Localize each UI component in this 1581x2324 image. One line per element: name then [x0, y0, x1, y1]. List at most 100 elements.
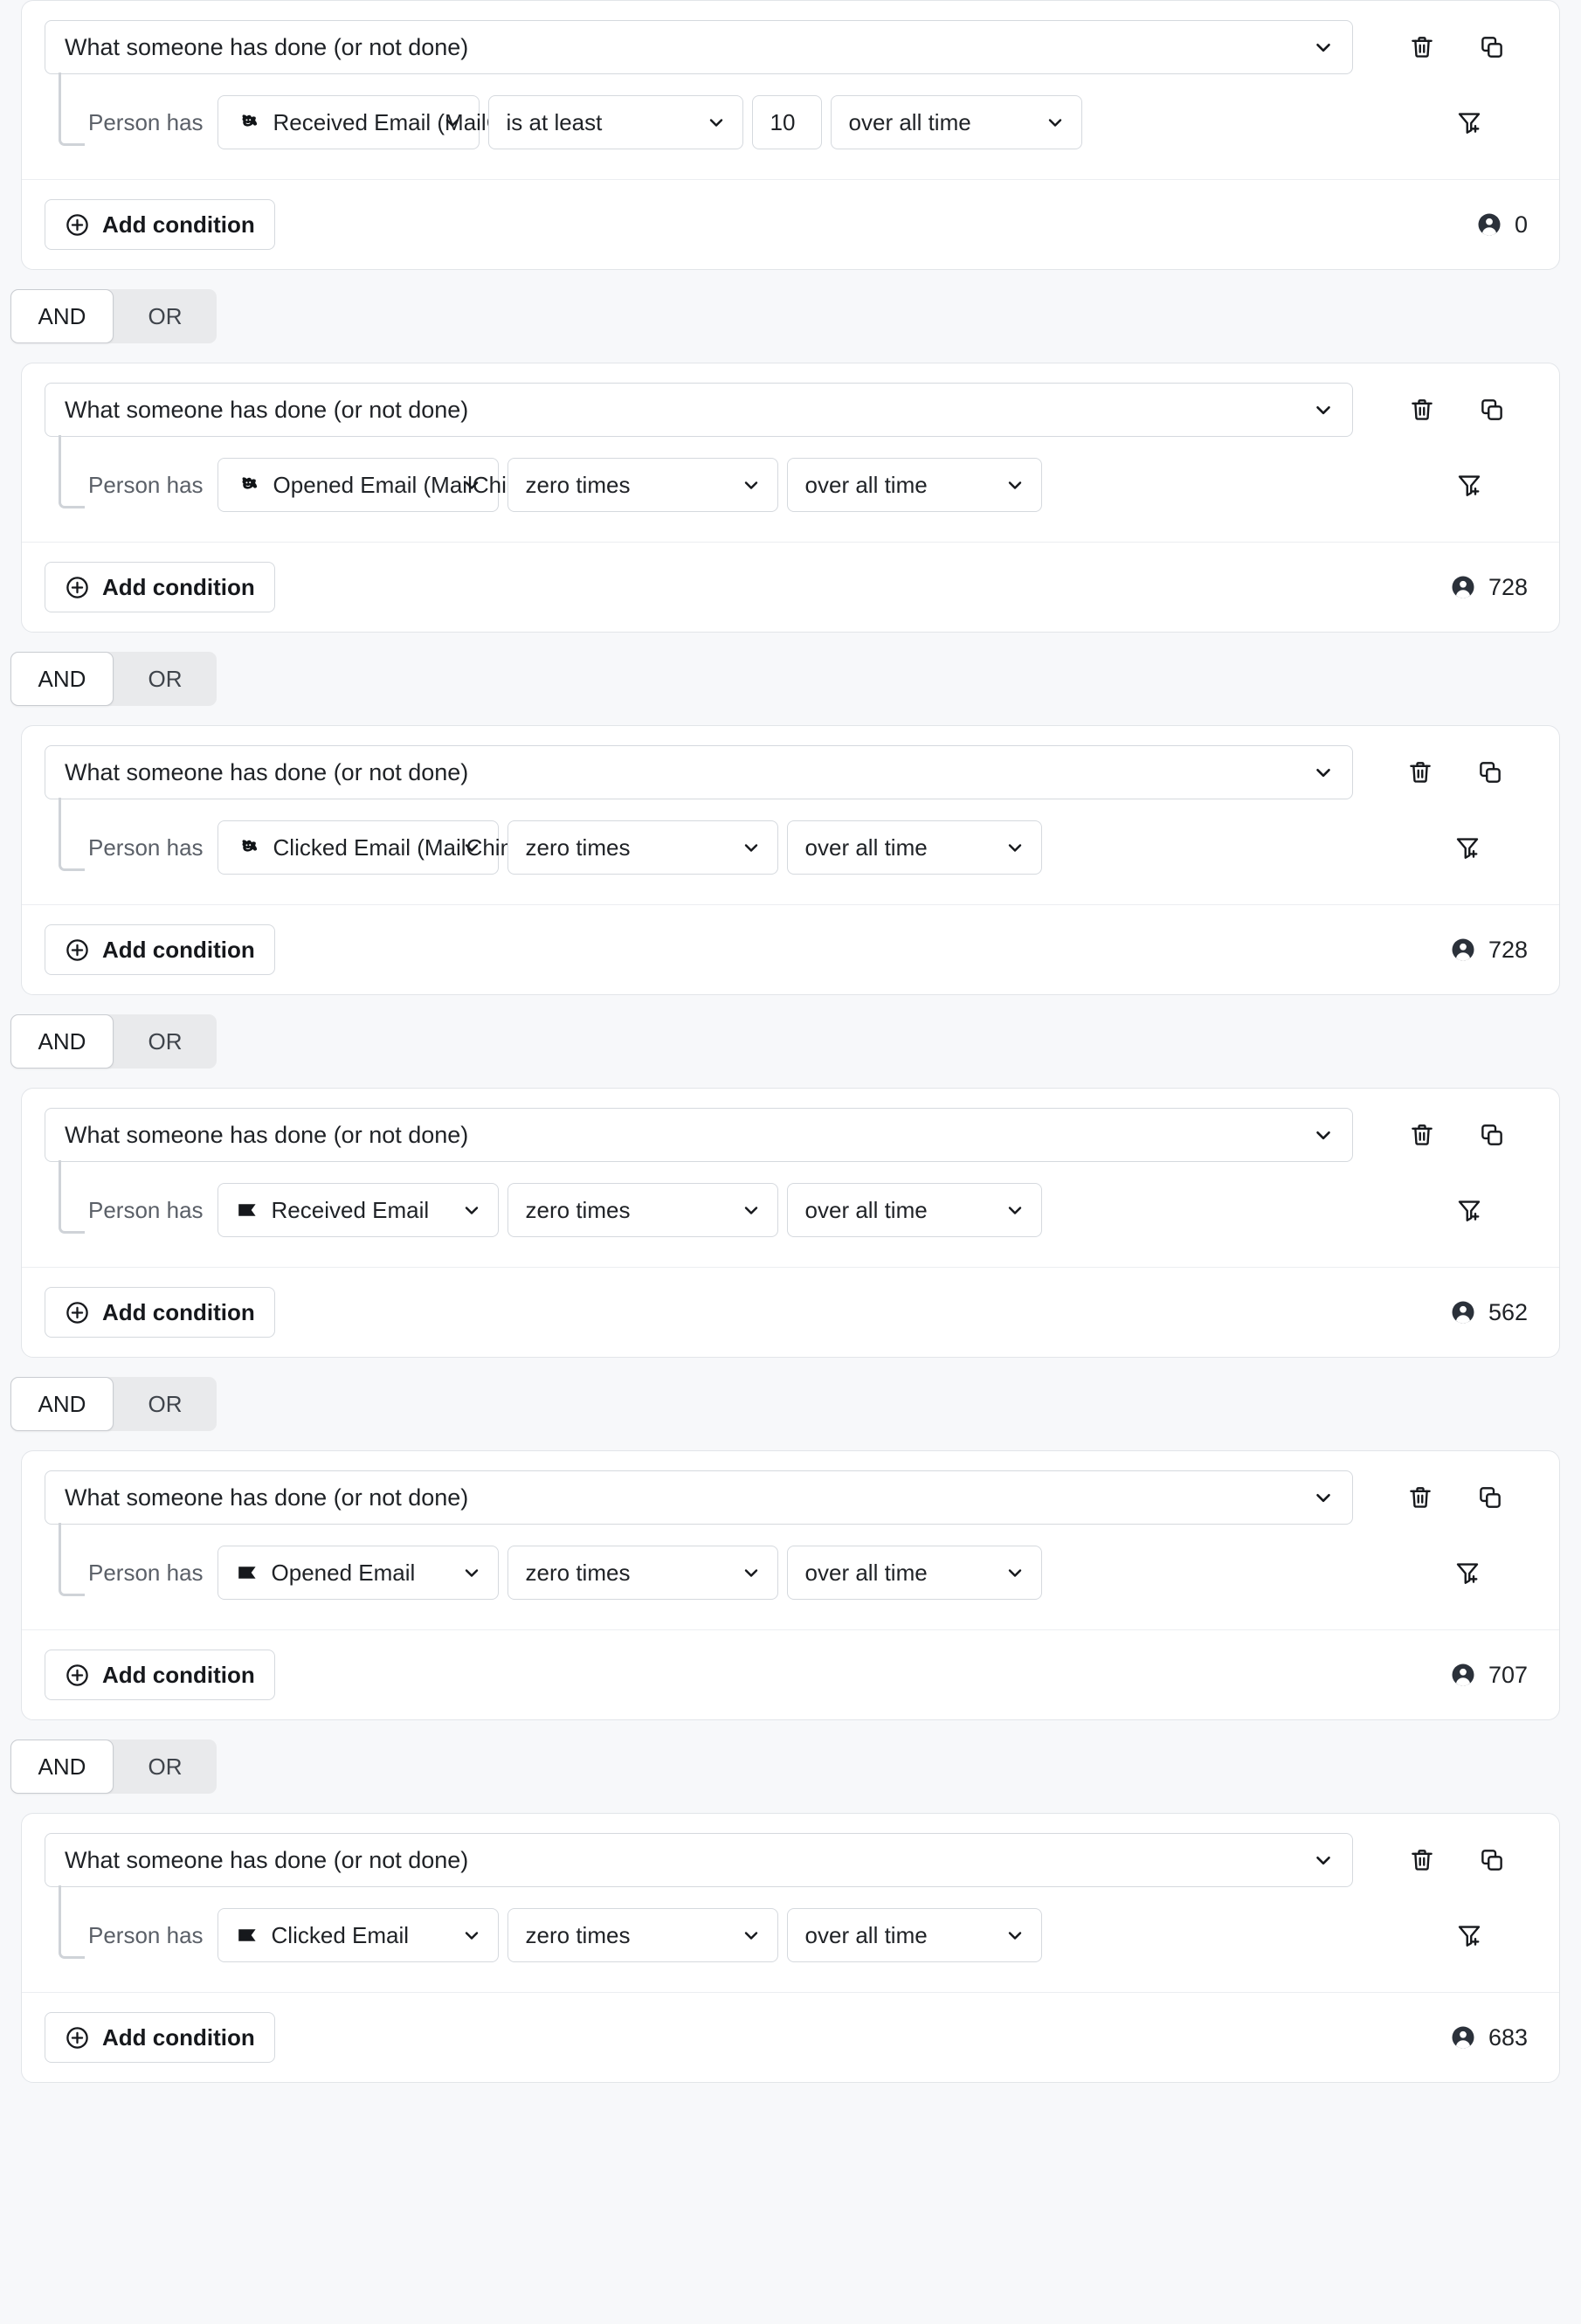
joiner-and-button[interactable]: AND [10, 289, 114, 343]
joiner-and-button[interactable]: AND [10, 652, 114, 706]
condition-type-value: What someone has done (or not done) [65, 1846, 469, 1873]
joiner-and-button[interactable]: AND [10, 1014, 114, 1069]
chevron-down-icon [1045, 112, 1066, 133]
condition-type-select[interactable]: What someone has done (or not done) [45, 383, 1353, 437]
event-value: Received Email (MailC... [273, 108, 522, 135]
trash-icon[interactable] [1407, 1120, 1437, 1150]
operator-select[interactable]: zero times [507, 1546, 778, 1600]
trash-icon[interactable] [1407, 1845, 1437, 1875]
timeframe-select[interactable]: over all time [786, 1908, 1042, 1962]
person-icon [1476, 211, 1502, 238]
add-condition-button[interactable]: Add condition [45, 199, 275, 250]
plus-circle-icon [65, 212, 90, 238]
copy-icon[interactable] [1475, 1483, 1505, 1512]
matching-people-count: 562 [1450, 1299, 1536, 1326]
joiner-or-button[interactable]: OR [114, 652, 217, 706]
timeframe-select[interactable]: over all time [786, 1183, 1042, 1237]
timeframe-select[interactable]: over all time [786, 820, 1042, 875]
condition-body: What someone has done (or not done) Perso… [22, 726, 1559, 904]
filter-plus-icon[interactable] [1454, 470, 1484, 500]
filter-plus-icon[interactable] [1453, 1558, 1482, 1587]
person-icon [1450, 1662, 1476, 1688]
joiner-or-button[interactable]: OR [114, 289, 217, 343]
person-icon [1450, 1299, 1476, 1325]
add-condition-button[interactable]: Add condition [45, 924, 275, 975]
occurrence-count-input[interactable]: 10 [751, 95, 822, 149]
joiner-or-button[interactable]: OR [114, 1014, 217, 1069]
trash-icon[interactable] [1407, 395, 1437, 425]
joiner-or-button[interactable]: OR [114, 1740, 217, 1794]
operator-select[interactable]: zero times [507, 1183, 778, 1237]
timeframe-select[interactable]: over all time [830, 95, 1082, 149]
chevron-down-icon [1312, 1486, 1335, 1509]
trash-icon[interactable] [1405, 757, 1435, 787]
operator-value: zero times [525, 1559, 631, 1586]
operator-select[interactable]: zero times [507, 820, 778, 875]
and-or-joiner: AND OR [0, 270, 1581, 363]
joiner-and-button[interactable]: AND [10, 1740, 114, 1794]
event-select[interactable]: Opened Email [217, 1546, 499, 1600]
add-condition-button[interactable]: Add condition [45, 1650, 275, 1700]
copy-icon[interactable] [1477, 32, 1507, 62]
chevron-down-icon [442, 112, 463, 133]
add-condition-button[interactable]: Add condition [45, 1287, 275, 1338]
copy-icon[interactable] [1477, 395, 1507, 425]
and-or-joiner: AND OR [0, 1720, 1581, 1813]
condition-type-select[interactable]: What someone has done (or not done) [45, 745, 1353, 799]
condition-type-select[interactable]: What someone has done (or not done) [45, 1833, 1353, 1887]
timeframe-select[interactable]: over all time [786, 1546, 1042, 1600]
and-or-segmented-control: AND OR [10, 1014, 217, 1069]
chevron-down-icon [741, 474, 762, 495]
tree-connector-icon [59, 798, 85, 871]
condition-body: What someone has done (or not done) Perso… [22, 1814, 1559, 1992]
filter-plus-icon[interactable] [1453, 833, 1482, 862]
condition-footer: Add condition 0 [22, 179, 1559, 269]
timeframe-value: over all time [848, 108, 971, 135]
filter-plus-icon[interactable] [1454, 1920, 1484, 1950]
chevron-down-icon [1312, 398, 1335, 421]
person-icon [1450, 937, 1476, 963]
add-condition-label: Add condition [102, 1661, 255, 1688]
add-condition-button[interactable]: Add condition [45, 562, 275, 612]
chevron-down-icon [461, 1562, 482, 1583]
operator-select[interactable]: zero times [507, 1908, 778, 1962]
timeframe-value: over all time [804, 471, 928, 498]
tree-connector-icon [59, 1523, 85, 1596]
timeframe-value: over all time [804, 1196, 928, 1223]
event-select[interactable]: Clicked Email [217, 1908, 499, 1962]
operator-value: is at least [506, 108, 603, 135]
timeframe-value: over all time [804, 1559, 928, 1586]
event-select[interactable]: Clicked Email (MailChimp) [217, 820, 539, 875]
operator-select[interactable]: is at least [487, 95, 743, 149]
joiner-or-button[interactable]: OR [114, 1377, 217, 1431]
and-or-segmented-control: AND OR [10, 1377, 217, 1431]
copy-icon[interactable] [1477, 1120, 1507, 1150]
event-select[interactable]: Received Email [217, 1183, 499, 1237]
matching-people-count: 728 [1450, 574, 1536, 601]
filter-plus-icon[interactable] [1454, 1195, 1484, 1225]
condition-actions [1405, 757, 1505, 787]
condition-footer: Add condition 728 [22, 542, 1559, 632]
add-condition-label: Add condition [102, 2023, 255, 2051]
trash-icon[interactable] [1407, 32, 1437, 62]
event-select[interactable]: Opened Email (MailChimp) [217, 458, 546, 512]
chevron-down-icon [1005, 837, 1025, 858]
people-count-value: 683 [1488, 2023, 1528, 2051]
event-select[interactable]: Received Email (MailC... [217, 95, 521, 149]
copy-icon[interactable] [1475, 757, 1505, 787]
operator-select[interactable]: zero times [507, 458, 778, 512]
tree-connector-icon [59, 435, 85, 508]
condition-type-select[interactable]: What someone has done (or not done) [45, 20, 1353, 74]
timeframe-select[interactable]: over all time [786, 458, 1042, 512]
filter-plus-icon[interactable] [1454, 107, 1484, 137]
occurrence-count-value: 10 [770, 108, 796, 135]
joiner-and-button[interactable]: AND [10, 1377, 114, 1431]
copy-icon[interactable] [1477, 1845, 1507, 1875]
add-condition-button[interactable]: Add condition [45, 2012, 275, 2063]
condition-type-select[interactable]: What someone has done (or not done) [45, 1108, 1353, 1162]
condition-actions [1407, 1845, 1507, 1875]
trash-icon[interactable] [1405, 1483, 1435, 1512]
chevron-down-icon [706, 112, 727, 133]
condition-type-select[interactable]: What someone has done (or not done) [45, 1470, 1353, 1525]
add-condition-label: Add condition [102, 936, 255, 963]
